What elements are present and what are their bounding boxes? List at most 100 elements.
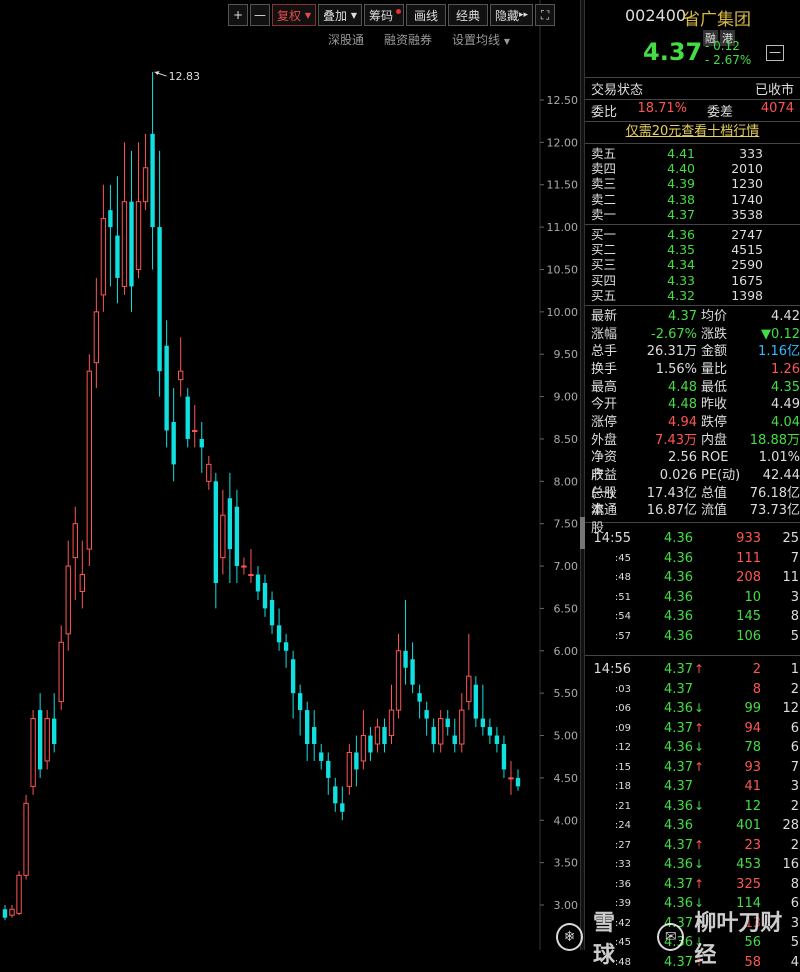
tick-time: :57 [614, 630, 631, 642]
double-chevron-right-icon: ▸▸ [519, 10, 529, 20]
y-tick-label: 5.00 [554, 730, 579, 743]
zoom-out-button[interactable]: — [250, 4, 270, 26]
tick-row: :09 4.37 ↑ 94 6 [585, 719, 800, 739]
tick-volume: 12 [744, 798, 761, 814]
chouma-button[interactable]: 筹码 [364, 4, 405, 26]
candle-body-down [424, 710, 429, 719]
level2-promo-link[interactable]: 仅需20元查看十档行情 [585, 122, 800, 144]
bid-label: 买一 [591, 226, 617, 242]
ask-row[interactable]: 卖五 4.41 333 [585, 146, 800, 161]
stat-value: 1.56% [655, 361, 697, 377]
fuquan-dropdown[interactable]: 复权 ▼ [272, 4, 316, 26]
stat-row: 换手 1.56% 量比 1.26 [585, 361, 800, 379]
orderbook: 卖五 4.41 333 卖四 4.40 2010 卖三 4.39 1230 卖二 4.38 1740 卖… [585, 144, 800, 225]
tick-price: 4.37 [664, 681, 693, 697]
tick-count: 16 [782, 857, 799, 873]
y-tick-label: 5.50 [554, 687, 579, 700]
tick-time: :45 [614, 552, 631, 564]
candle-body-down [269, 599, 275, 626]
ask-row[interactable]: 卖二 4.38 1740 [585, 192, 800, 207]
candle-body-up [388, 709, 395, 737]
rongzi-link[interactable]: 融资融券 [384, 31, 432, 48]
stock-name[interactable]: 省广集团 [683, 5, 751, 30]
bid-volume: 1398 [731, 287, 763, 303]
y-tick-label: 10.50 [547, 263, 579, 276]
candle-body-up [16, 874, 22, 914]
arrow-placeholder [693, 607, 707, 627]
stat-value: -2.67% [651, 326, 697, 342]
max-price-label: 12.83 [169, 70, 201, 83]
y-tick-label: 6.00 [554, 645, 579, 658]
chevron-down-icon: ▼ [304, 10, 311, 20]
tick-time: :18 [614, 781, 631, 793]
stat-value: 4.49 [771, 397, 800, 413]
candle-body-down [150, 133, 155, 228]
ma-settings-dropdown[interactable]: 设置均线 ▼ [452, 31, 510, 48]
bid-row[interactable]: 买二 4.35 4515 [585, 242, 800, 257]
tick-row: :21 4.36 ↓ 12 2 [585, 797, 800, 817]
candle-body-up [23, 802, 29, 876]
tick-count: 25 [782, 531, 799, 547]
candle-body-down [290, 659, 296, 694]
tick-count: 1 [790, 662, 799, 678]
tick-price: 4.36 [664, 589, 693, 605]
stat-label: 最高 [591, 379, 618, 395]
candle-body-down [333, 786, 338, 804]
ask-row[interactable]: 卖三 4.39 1230 [585, 176, 800, 191]
minimize-button[interactable]: — [766, 45, 784, 61]
candle-body-down [157, 227, 162, 372]
tick-row: :27 4.37 ↑ 23 2 [585, 836, 800, 856]
stat-row: 总手 26.31万 金额 1.16亿 [585, 343, 800, 361]
y-tick-label: 9.00 [554, 391, 579, 404]
fullscreen-icon[interactable]: ⛶ [535, 4, 556, 26]
y-tick-label: 4.00 [554, 814, 579, 827]
bid-row[interactable]: 买三 4.34 2590 [585, 257, 800, 272]
snowball-logo-icon: ❄ [556, 923, 584, 951]
tick-price: 4.37 [664, 876, 693, 892]
kline-chart[interactable]: 12.50 12.00 11.50 11.00 10.50 10.00 9.50 9.00 8.… [0, 0, 580, 950]
bid-row[interactable]: 买四 4.33 1675 [585, 273, 800, 288]
weibi-label: 委比 [591, 105, 618, 120]
candle-body-down [2, 909, 8, 918]
candle-body-down [403, 650, 408, 668]
tick-volume: 106 [736, 628, 761, 644]
shengutong-link[interactable]: 深股通 [328, 31, 364, 48]
bid-volume: 4515 [731, 242, 763, 258]
stat-value: ▼0.12 [761, 326, 800, 342]
candle-body-up [248, 574, 254, 577]
ask-price: 4.41 [667, 146, 695, 161]
tick-list-1455: 14:55 4.36 933 25:45 4.36 111 7:48 4.36 208 11:51… [585, 523, 800, 646]
tick-volume: 325 [736, 876, 761, 892]
ask-row[interactable]: 卖一 4.37 3538 [585, 207, 800, 222]
bid-row[interactable]: 买一 4.36 2747 [585, 227, 800, 242]
zoom-in-button[interactable]: + [228, 4, 248, 26]
y-tick-label: 4.50 [554, 772, 579, 785]
tick-time: :51 [614, 591, 631, 603]
candle-body-down [354, 752, 359, 770]
tick-volume: 93 [744, 759, 761, 775]
arrow-placeholder [693, 627, 707, 647]
hide-button[interactable]: 隐藏 ▸▸ [490, 4, 534, 26]
classic-button[interactable]: 经典 [448, 4, 489, 26]
weibi-row: 委比 18.71% 委差 4074 [585, 100, 800, 122]
bid-row[interactable]: 买五 4.32 1398 [585, 288, 800, 303]
candle-body-down [129, 201, 134, 287]
bid-price: 4.34 [667, 257, 695, 273]
arrow-up-icon: ↑ [694, 759, 705, 774]
ask-price: 4.38 [667, 191, 695, 207]
kline-chart-pane[interactable]: 12.50 12.00 11.50 11.00 10.50 10.00 9.50 9.00 8.… [0, 0, 580, 950]
stat-label: 总手 [591, 344, 618, 360]
y-tick-label: 8.00 [554, 475, 579, 488]
arrow-down-icon: ↓ [694, 798, 705, 813]
diejia-dropdown[interactable]: 叠加 ▼ [318, 4, 362, 26]
ask-row[interactable]: 卖四 4.40 2010 [585, 161, 800, 176]
stat-row: 今开 4.48 昨收 4.49 [585, 396, 800, 414]
candle-body-up [65, 565, 71, 635]
stat-value: 7.43万 [655, 432, 697, 448]
candle-body-up [79, 574, 85, 592]
stat-value: 4.35 [771, 379, 800, 395]
ask-volume: 2010 [731, 161, 763, 177]
tick-count: 3 [790, 589, 799, 605]
draw-line-button[interactable]: 画线 [406, 4, 447, 26]
bid-price: 4.35 [667, 242, 695, 258]
